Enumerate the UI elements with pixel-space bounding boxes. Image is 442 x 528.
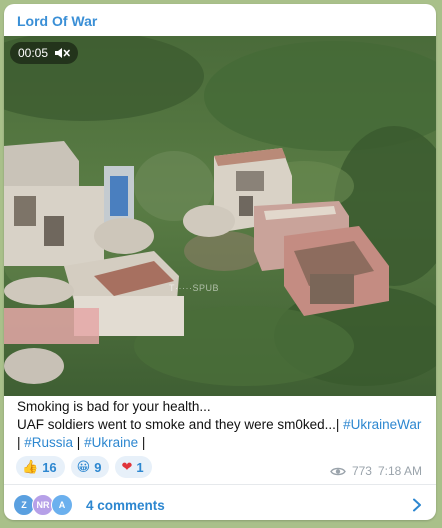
- avatar: A: [51, 494, 73, 516]
- reaction-thumbs-up[interactable]: 👍 16: [16, 456, 65, 478]
- message-card: Lord Of War 00:05 T·····SPUB Smoking is …: [4, 4, 436, 520]
- channel-name[interactable]: Lord Of War: [17, 13, 97, 29]
- reaction-count: 9: [94, 459, 102, 475]
- reaction-count: 1: [136, 459, 144, 475]
- hashtag-ukrainewar[interactable]: #UkraineWar: [343, 417, 421, 432]
- speaker-muted-icon[interactable]: [54, 47, 70, 59]
- comments-button[interactable]: Z NR A 4 comments: [4, 485, 436, 520]
- eye-icon: [330, 466, 346, 477]
- video-duration-badge[interactable]: 00:05: [10, 42, 79, 64]
- red-heart-icon: ❤: [121, 459, 133, 475]
- reaction-grinning-face[interactable]: 😀 9: [70, 456, 110, 478]
- grinning-face-icon: 😀: [76, 459, 91, 475]
- message-caption: Smoking is bad for your health... UAF so…: [17, 398, 425, 452]
- message-time: 7:18 AM: [377, 464, 422, 478]
- message-meta: 773 7:18 AM: [330, 464, 422, 478]
- hashtag-russia[interactable]: #Russia: [24, 435, 73, 450]
- caption-line-1: Smoking is bad for your health...: [17, 399, 211, 414]
- caption-line-3: | #Russia | #Ukraine |: [17, 434, 425, 452]
- thumbs-up-icon: 👍: [22, 459, 39, 475]
- hashtag-ukraine[interactable]: #Ukraine: [84, 435, 138, 450]
- caption-separator: |: [73, 435, 85, 450]
- chevron-right-icon[interactable]: [412, 498, 422, 517]
- video-watermark: T·····SPUB: [169, 283, 219, 293]
- caption-text: UAF soldiers went to smoke and they were…: [17, 417, 344, 432]
- reaction-count: 16: [42, 459, 57, 475]
- comments-label[interactable]: 4 comments: [86, 498, 165, 513]
- commenter-avatars: Z NR A: [13, 494, 83, 516]
- reactions-bar: 👍 16 😀 9 ❤ 1: [16, 456, 152, 478]
- caption-line-2: UAF soldiers went to smoke and they were…: [17, 416, 425, 434]
- view-count: 773: [351, 464, 372, 478]
- caption-trailing: |: [138, 435, 146, 450]
- video-player[interactable]: 00:05 T·····SPUB: [4, 36, 436, 396]
- video-duration: 00:05: [18, 46, 49, 60]
- video-frame: [4, 36, 436, 396]
- reaction-red-heart[interactable]: ❤ 1: [115, 456, 152, 478]
